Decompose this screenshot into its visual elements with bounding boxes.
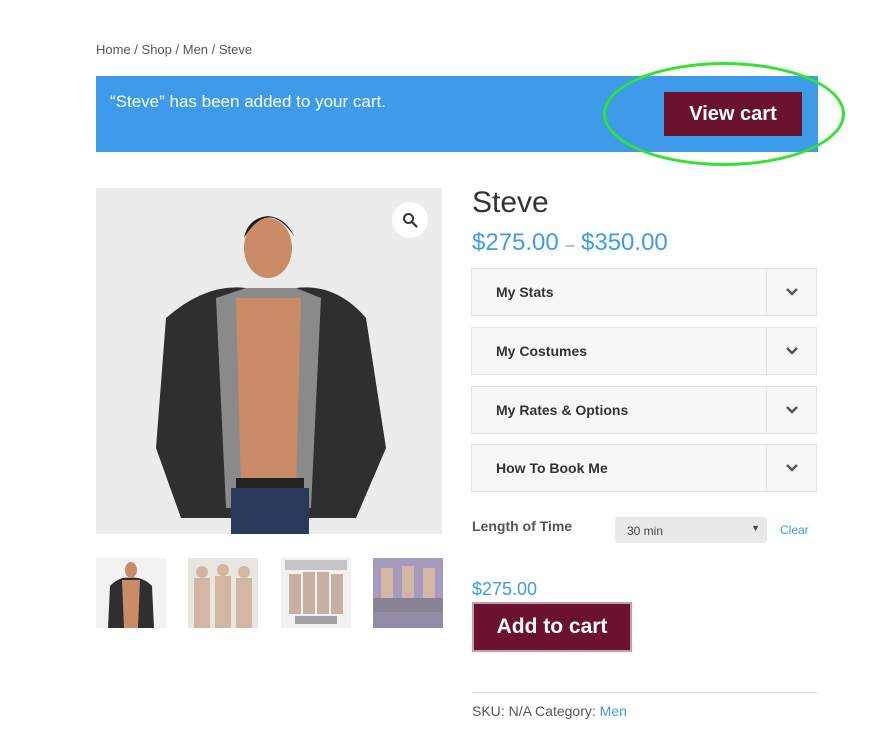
breadcrumb-separator: / <box>171 42 183 57</box>
accordion-my-costumes[interactable]: My Costumes <box>471 327 817 375</box>
length-of-time-select[interactable]: 30 min ▼ <box>615 517 767 543</box>
product-main-image[interactable] <box>96 188 442 534</box>
magnifier-icon <box>403 213 418 228</box>
chevron-down-icon <box>785 288 798 296</box>
divider <box>472 692 818 693</box>
product-photo <box>96 188 442 534</box>
thumbnail-4-image <box>373 558 443 628</box>
chevron-down-icon <box>785 406 798 414</box>
accordion-toggle[interactable] <box>766 445 816 491</box>
breadcrumb-home-link[interactable]: Home <box>96 42 131 57</box>
thumbnail-4[interactable] <box>373 558 443 628</box>
accordion-my-rates-options[interactable]: My Rates & Options <box>471 386 817 434</box>
cart-notice-banner: “Steve” has been added to your cart. Vie… <box>96 76 818 152</box>
chevron-down-icon <box>785 464 798 472</box>
clear-link[interactable]: Clear <box>780 523 809 537</box>
accordion-label: How To Book Me <box>496 460 608 476</box>
accordion-toggle[interactable] <box>766 269 816 315</box>
breadcrumb-men-link[interactable]: Men <box>183 42 208 57</box>
sku-label: SKU: <box>472 703 509 719</box>
accordion-toggle[interactable] <box>766 328 816 374</box>
product-title: Steve <box>472 186 549 219</box>
category-link[interactable]: Men <box>600 703 627 719</box>
breadcrumb-shop-link[interactable]: Shop <box>142 42 172 57</box>
breadcrumb-separator: / <box>130 42 142 57</box>
accordion-label: My Rates & Options <box>496 402 629 418</box>
price-max: $350.00 <box>581 229 668 256</box>
accordion-toggle[interactable] <box>766 387 816 433</box>
category-label: Category: <box>531 703 600 719</box>
view-cart-button[interactable]: View cart <box>664 92 802 136</box>
breadcrumb-current: Steve <box>218 42 253 57</box>
thumbnail-2[interactable] <box>188 558 258 628</box>
price-range: $275.00 – $350.00 <box>472 229 668 257</box>
length-of-time-label: Length of Time <box>472 518 573 534</box>
accordion-my-stats[interactable]: My Stats <box>471 268 817 316</box>
add-to-cart-button[interactable]: Add to cart <box>472 602 632 652</box>
sku-value: N/A <box>508 703 532 719</box>
accordion-how-to-book-me[interactable]: How To Book Me <box>471 444 817 492</box>
zoom-button[interactable] <box>392 202 428 238</box>
price-min: $275.00 <box>472 229 559 256</box>
thumbnail-2-image <box>188 558 258 628</box>
product-meta: SKU: N/A Category: Men <box>472 703 627 719</box>
thumbnail-1-image <box>96 558 166 628</box>
cart-notice-message: “Steve” has been added to your cart. <box>110 92 386 111</box>
thumbnail-3-image <box>281 558 351 628</box>
breadcrumb: Home / Shop / Men / Steve <box>96 42 252 57</box>
thumbnail-1[interactable] <box>96 558 166 628</box>
variation-price: $275.00 <box>472 579 538 599</box>
select-value: 30 min <box>627 524 664 538</box>
chevron-down-icon <box>785 347 798 355</box>
select-arrow-icon: ▼ <box>751 523 760 533</box>
price-separator: – <box>565 237 575 254</box>
accordion-label: My Costumes <box>496 343 588 359</box>
breadcrumb-separator: / <box>208 42 219 57</box>
thumbnail-3[interactable] <box>281 558 351 628</box>
accordion-label: My Stats <box>496 284 554 300</box>
